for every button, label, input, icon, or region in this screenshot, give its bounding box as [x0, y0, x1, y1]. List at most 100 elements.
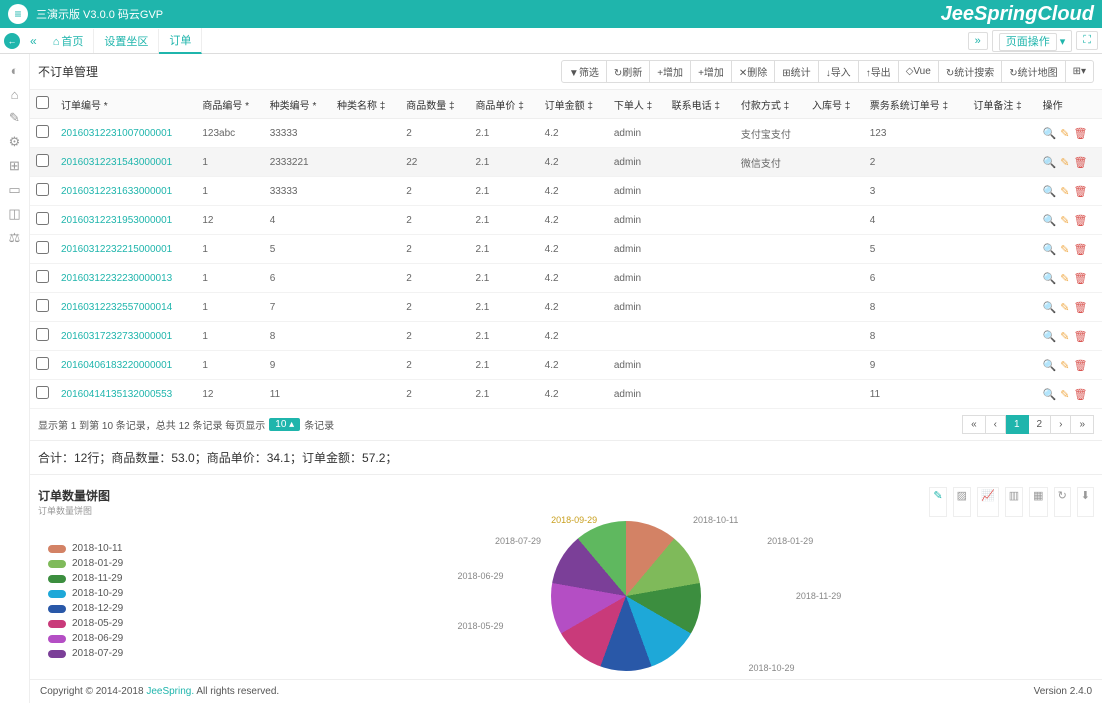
sidebar-item-7[interactable]: ◫ — [0, 202, 29, 226]
tab-nav-left-button[interactable]: ← — [4, 33, 20, 49]
chart-bar-icon[interactable]: ▥ — [1005, 487, 1023, 517]
legend-item[interactable]: 2018-07-29 — [48, 648, 158, 659]
order-link[interactable]: 201603122316330​00001 — [61, 186, 172, 197]
sidebar-item-1[interactable]: ◐ — [0, 58, 29, 82]
view-icon[interactable]: 🔍 — [1043, 127, 1057, 140]
delete-icon[interactable]: 🗑 — [1074, 156, 1088, 169]
row-checkbox[interactable] — [36, 357, 49, 370]
col-ticket[interactable]: 票务系统订单号 ‡ — [864, 90, 968, 119]
legend-item[interactable]: 2018-06-29 — [48, 633, 158, 644]
footer-link[interactable]: JeeSpring. — [146, 686, 194, 697]
sidebar-item-4[interactable]: ⚙ — [0, 130, 29, 154]
delete-icon[interactable]: 🗑 — [1074, 388, 1088, 401]
grid-button[interactable]: ⊞▾ — [1066, 60, 1094, 83]
chart-restore-icon[interactable]: ↻ — [1054, 487, 1071, 517]
chart-line-icon[interactable]: 📈 — [977, 487, 999, 517]
pager-prev[interactable]: ‹ — [986, 415, 1006, 434]
export-button[interactable]: ↑导出 — [859, 60, 899, 83]
edit-icon[interactable]: ✎ — [1060, 301, 1069, 314]
edit-icon[interactable]: ✎ — [1060, 359, 1069, 372]
stats-button[interactable]: ⊞统计 — [775, 60, 818, 83]
order-link[interactable]: 201603122325570​00014 — [61, 302, 172, 313]
col-cat-id[interactable]: 种类编号 * — [264, 90, 331, 119]
statview-button[interactable]: ↻统计搜索 — [939, 60, 1002, 83]
tab-orders[interactable]: 订单 — [159, 28, 202, 54]
col-stock[interactable]: 入库号 ‡ — [806, 90, 864, 119]
col-user[interactable]: 下单人 ‡ — [608, 90, 666, 119]
order-link[interactable]: 201603172327330​00001 — [61, 331, 172, 342]
edit-icon[interactable]: ✎ — [1060, 243, 1069, 256]
order-link[interactable]: 201603122319530​00001 — [61, 215, 172, 226]
delete-button[interactable]: ✕删除 — [732, 60, 775, 83]
delete-icon[interactable]: 🗑 — [1074, 330, 1088, 343]
row-checkbox[interactable] — [36, 154, 49, 167]
select-all-checkbox[interactable] — [36, 96, 49, 109]
order-link[interactable]: 201604061832200​00001 — [61, 360, 172, 371]
tab-home[interactable]: ⌂首页 — [43, 29, 95, 53]
edit-icon[interactable]: ✎ — [1060, 388, 1069, 401]
pager-last[interactable]: » — [1071, 415, 1094, 434]
view-icon[interactable]: 🔍 — [1043, 272, 1057, 285]
page-size-dropdown[interactable]: 10 ▴ — [269, 418, 300, 431]
order-link[interactable]: 2016031223154300​0001 — [61, 157, 172, 168]
legend-item[interactable]: 2018-12-29 — [48, 603, 158, 614]
delete-icon[interactable]: 🗑 — [1074, 185, 1088, 198]
col-qty[interactable]: 商品数量 ‡ — [400, 90, 469, 119]
addall-button[interactable]: +增加 — [691, 60, 732, 83]
page-ops-dropdown[interactable]: 页面操作 ▾ — [992, 30, 1073, 52]
sidebar-item-2[interactable]: ⌂ — [0, 82, 29, 106]
edit-icon[interactable]: ✎ — [1060, 330, 1069, 343]
row-checkbox[interactable] — [36, 328, 49, 341]
order-link[interactable]: 201604141351320​00553 — [61, 389, 172, 400]
view-icon[interactable]: 🔍 — [1043, 330, 1057, 343]
col-price[interactable]: 商品单价 ‡ — [469, 90, 538, 119]
col-order-id[interactable]: 订单编号 * — [55, 90, 196, 119]
delete-icon[interactable]: 🗑 — [1074, 214, 1088, 227]
edit-icon[interactable]: ✎ — [1060, 185, 1069, 198]
edit-icon[interactable]: ✎ — [1060, 214, 1069, 227]
sidebar-item-8[interactable]: ⚖ — [0, 226, 29, 250]
sidebar-item-6[interactable]: ▭ — [0, 178, 29, 202]
view-icon[interactable]: 🔍 — [1043, 301, 1057, 314]
import-button[interactable]: ↓导入 — [819, 60, 859, 83]
pager-next[interactable]: › — [1051, 415, 1071, 434]
refresh-button[interactable]: ↻刷新 — [607, 60, 650, 83]
view-icon[interactable]: 🔍 — [1043, 388, 1057, 401]
row-checkbox[interactable] — [36, 241, 49, 254]
legend-item[interactable]: 2018-01-29 — [48, 558, 158, 569]
chart-stack-icon[interactable]: ▦ — [1029, 487, 1047, 517]
view-icon[interactable]: 🔍 — [1043, 359, 1057, 372]
legend-item[interactable]: 2018-10-11 — [48, 543, 158, 554]
delete-icon[interactable]: 🗑 — [1074, 243, 1088, 256]
order-link[interactable]: 201603122322300​00013 — [61, 273, 172, 284]
row-checkbox[interactable] — [36, 212, 49, 225]
edit-icon[interactable]: ✎ — [1060, 272, 1069, 285]
view-icon[interactable]: 🔍 — [1043, 214, 1057, 227]
pager-page-2[interactable]: 2 — [1029, 415, 1052, 434]
sidebar-item-5[interactable]: ⊞ — [0, 154, 29, 178]
view-icon[interactable]: 🔍 — [1043, 243, 1057, 256]
row-checkbox[interactable] — [36, 299, 49, 312]
tab-settings[interactable]: 设置坐区 — [94, 29, 159, 53]
edit-icon[interactable]: ✎ — [1060, 127, 1069, 140]
delete-icon[interactable]: 🗑 — [1074, 359, 1088, 372]
delete-icon[interactable]: 🗑 — [1074, 127, 1088, 140]
menu-toggle-button[interactable]: ≡ — [8, 4, 28, 24]
row-checkbox[interactable] — [36, 125, 49, 138]
col-phone[interactable]: 联系电话 ‡ — [666, 90, 735, 119]
sidebar-item-3[interactable]: ✎ — [0, 106, 29, 130]
row-checkbox[interactable] — [36, 270, 49, 283]
filter-button[interactable]: ▼筛选 — [561, 60, 607, 83]
tab-prev-arrow[interactable]: « — [24, 34, 43, 48]
view-icon[interactable]: 🔍 — [1043, 185, 1057, 198]
fullscreen-button[interactable]: ⛶ — [1076, 31, 1098, 50]
chart-save-icon[interactable]: ⬇ — [1077, 487, 1094, 517]
statchart-button[interactable]: ↻统计地图 — [1002, 60, 1065, 83]
vue-button[interactable]: ◇Vue — [899, 60, 939, 83]
col-cat-name[interactable]: 种类名称 ‡ — [331, 90, 400, 119]
pager-page-1[interactable]: 1 — [1006, 415, 1029, 434]
view-icon[interactable]: 🔍 — [1043, 156, 1057, 169]
col-amount[interactable]: 订单金额 ‡ — [539, 90, 608, 119]
tab-next-button[interactable]: » — [968, 32, 988, 50]
order-link[interactable]: 201603122322150​00001 — [61, 244, 172, 255]
